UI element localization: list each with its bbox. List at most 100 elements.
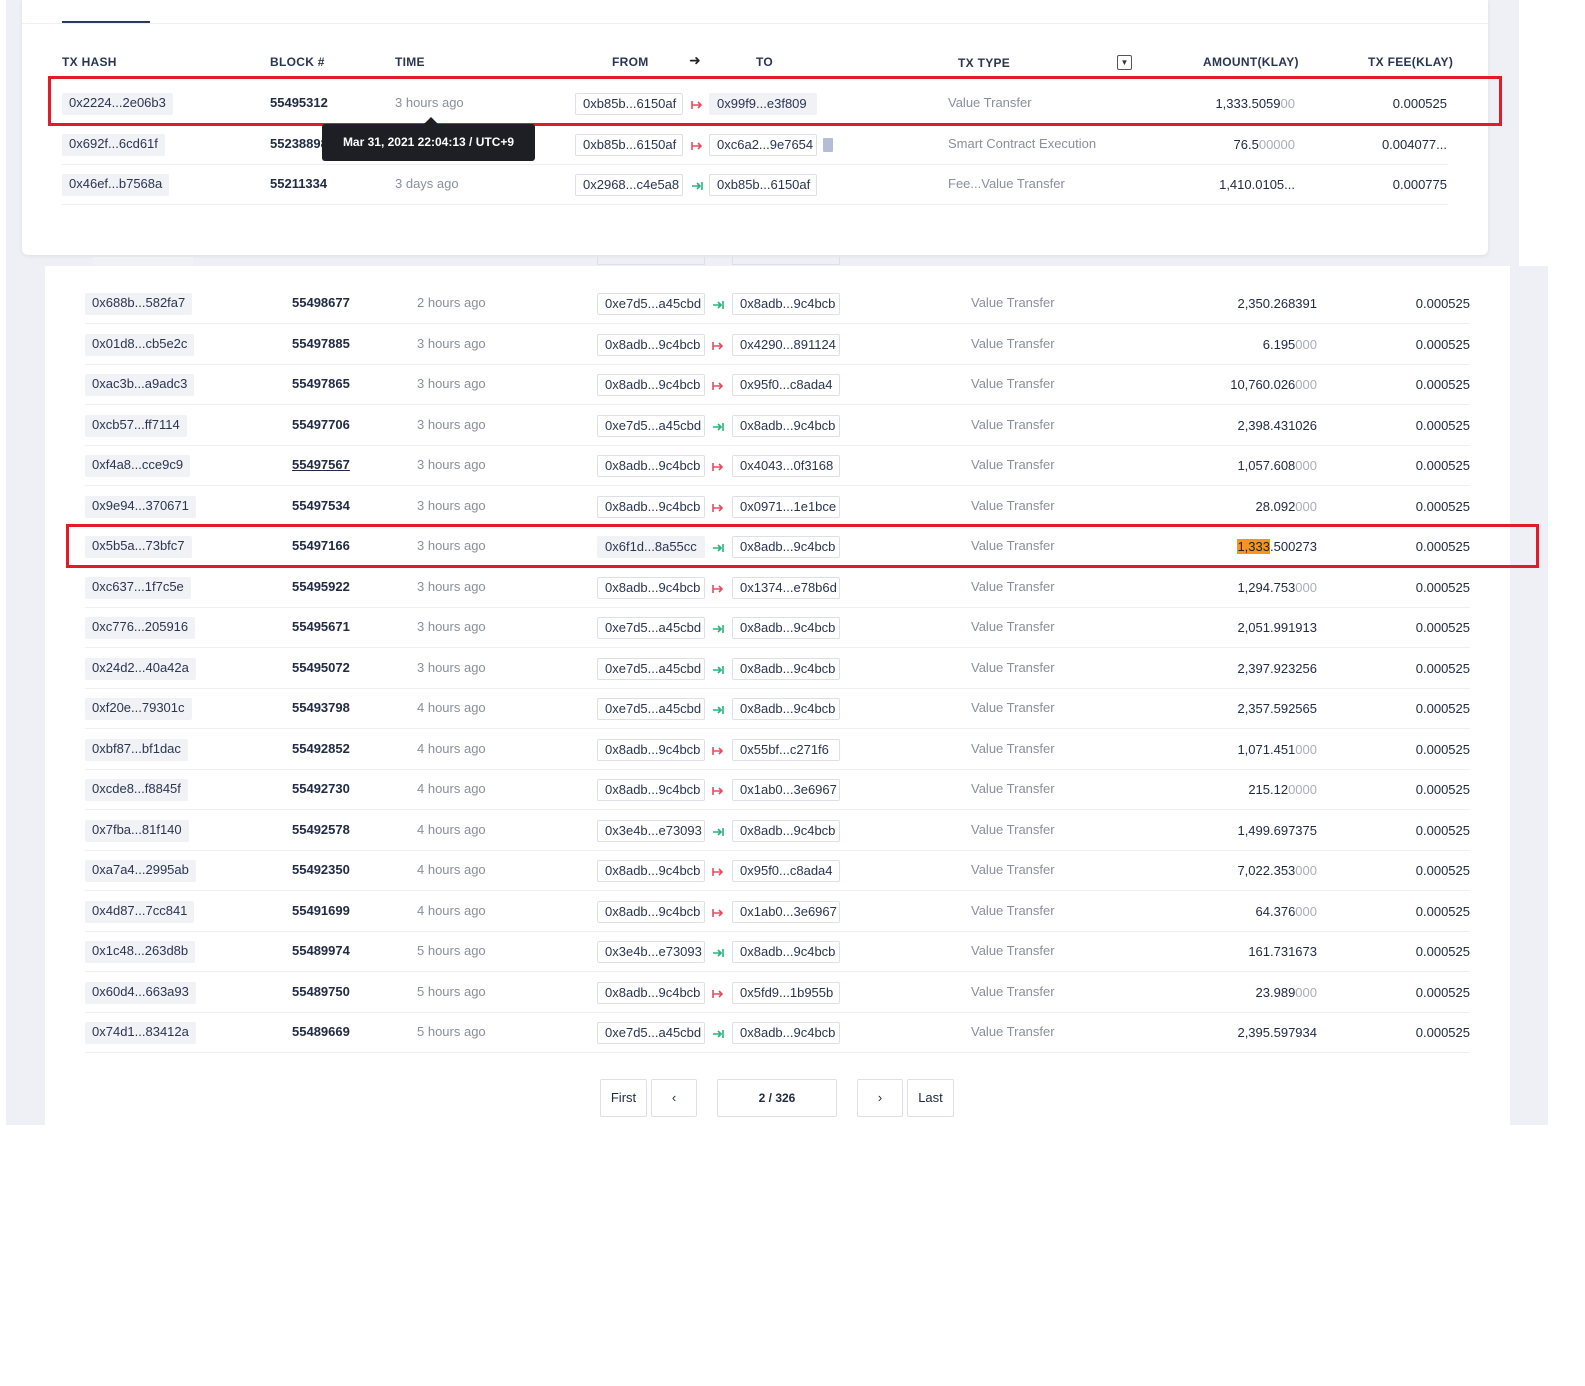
block-number-link[interactable]: 55489974 — [292, 941, 350, 961]
amount-trailing-zeros: 000 — [1295, 741, 1317, 757]
to-address-link[interactable]: 0x8adb...9c4bcb — [732, 819, 840, 842]
block-number-link[interactable]: 55495072 — [292, 658, 350, 678]
from-address-link[interactable]: 0xe7d5...a45cbd — [597, 414, 705, 437]
prev-page-button[interactable]: ‹ — [651, 1079, 697, 1117]
from-address-link[interactable]: 0x8adb...9c4bcb — [597, 333, 705, 356]
from-address-link[interactable]: 0xe7d5...a45cbd — [597, 1022, 705, 1044]
tx-hash-link[interactable]: 0xf4a8...cce9c9 — [85, 455, 191, 477]
tx-hash-link[interactable]: 0x60d4...663a93 — [85, 981, 196, 1004]
to-address-link[interactable]: 0x95f0...c8ada4 — [732, 374, 840, 396]
from-address-link[interactable]: 0x8adb...9c4bcb — [597, 779, 705, 801]
block-number-link[interactable]: 55498677 — [292, 293, 350, 313]
block-number-link[interactable]: 55497706 — [292, 415, 350, 435]
fee-value: 0.000525 — [1415, 782, 1470, 797]
tx-hash-link[interactable]: 0x24d2...40a42a — [85, 657, 196, 680]
to-address-link[interactable]: 0x8adb...9c4bcb — [732, 617, 840, 639]
to-address-link[interactable]: 0x8adb...9c4bcb — [732, 698, 840, 720]
block-number-link[interactable]: 55489750 — [292, 982, 350, 1002]
block-number-link[interactable]: 55238898 — [270, 134, 328, 154]
to-address-link[interactable]: 0x95f0...c8ada4 — [732, 860, 840, 882]
to-address-link[interactable]: 0x5fd9...1b955b — [732, 981, 840, 1004]
block-number-link[interactable]: 55211334 — [270, 174, 327, 194]
from-address-link[interactable]: 0xb85b...6150af — [575, 133, 683, 156]
block-number-link[interactable]: 55495671 — [292, 617, 350, 637]
from-address-link[interactable]: 0x8adb...9c4bcb — [597, 455, 705, 477]
block-number-link[interactable]: 55497567 — [292, 455, 350, 475]
tx-hash-link[interactable]: 0xc637...1f7c5e — [85, 576, 191, 599]
amount-value: 10,760.026000 — [1230, 375, 1317, 395]
first-page-button[interactable]: First — [600, 1079, 647, 1117]
to-address-link[interactable]: 0x8adb...9c4bcb — [732, 293, 840, 315]
tx-hash-link[interactable]: 0xa7a4...2995ab — [85, 860, 196, 882]
tx-hash-link[interactable]: 0x692f...6cd61f — [62, 133, 165, 156]
to-address-link[interactable]: 0xb85b...6150af — [709, 174, 817, 196]
table-row: 0x9e94...370671 55497534 3 hours ago 0x8adb… — [85, 487, 1470, 527]
tx-hash-link[interactable]: 0x688b...582fa7 — [85, 293, 193, 315]
amount-main: 2,397.923256 — [1237, 660, 1317, 676]
tx-hash-link[interactable]: 0x01d8...cb5e2c — [85, 333, 195, 356]
from-address-link[interactable]: 0x8adb...9c4bcb — [597, 738, 705, 761]
to-address-link[interactable]: 0xc6a2...9e7654 — [709, 133, 817, 156]
from-address-link[interactable]: 0x2968...c4e5a8 — [575, 174, 683, 196]
to-address-link[interactable]: 0x8adb...9c4bcb — [732, 1022, 840, 1044]
tx-hash-link[interactable]: 0xf20e...79301c — [85, 698, 192, 720]
tx-type-label: Value Transfer — [971, 659, 1055, 675]
from-address-link[interactable]: 0x8adb...9c4bcb — [597, 900, 705, 923]
amount-trailing-zeros: 000 — [1295, 458, 1317, 473]
tx-hash-link[interactable]: 0xcde8...f8845f — [85, 779, 188, 801]
to-address-link[interactable]: 0x1ab0...3e6967 — [732, 900, 840, 923]
to-address-link[interactable]: 0x55bf...c271f6 — [732, 738, 840, 761]
block-number-link[interactable]: 55492730 — [292, 779, 350, 799]
tx-type-label: Value Transfer — [971, 862, 1055, 877]
fee-value: 0.000525 — [1415, 822, 1470, 838]
block-number-link[interactable]: 55491699 — [292, 901, 350, 921]
tx-hash-link[interactable]: 0x9e94...370671 — [85, 495, 196, 518]
to-address-link[interactable]: 0x8adb...9c4bcb — [732, 414, 840, 437]
to-address-link[interactable]: 0x0971...1e1bce — [732, 495, 840, 518]
tx-hash-link[interactable]: 0xc776...205916 — [85, 617, 196, 639]
block-number-link[interactable]: 55492350 — [292, 860, 350, 880]
tx-hash-link[interactable]: 0xbf87...bf1dac — [85, 738, 188, 761]
from-address-link[interactable]: 0x8adb...9c4bcb — [597, 981, 705, 1004]
to-address-link[interactable]: 0x8adb...9c4bcb — [732, 941, 840, 963]
tx-hash-link[interactable]: 0x46ef...b7568a — [62, 174, 170, 196]
to-address-link[interactable]: 0x8adb...9c4bcb — [732, 657, 840, 680]
last-page-button[interactable]: Last — [907, 1079, 954, 1117]
filter-dropdown-icon[interactable]: ▼ — [1117, 55, 1132, 70]
from-address-link[interactable]: 0x8adb...9c4bcb — [597, 860, 705, 882]
to-address-link[interactable]: 0x4043...0f3168 — [732, 455, 840, 477]
tx-hash-link[interactable]: 0x74d1...83412a — [85, 1022, 196, 1044]
page-indicator[interactable]: 2 / 326 — [717, 1079, 837, 1117]
to-address-link[interactable]: 0x4290...891124 — [732, 333, 840, 356]
to-address-link[interactable]: 0x1ab0...3e6967 — [732, 779, 840, 801]
block-number-link[interactable]: 55495922 — [292, 577, 350, 597]
table-row: 0x7fba...81f140 55492578 4 hours ago 0x3e4b… — [85, 811, 1470, 851]
tx-hash-link[interactable]: 0xcb57...ff7114 — [85, 414, 187, 437]
amount-main: 28.092 — [1255, 498, 1296, 514]
tx-hash-link[interactable]: 0xac3b...a9adc3 — [85, 374, 195, 396]
amount-main: 1,071.451 — [1237, 741, 1296, 757]
from-address-link[interactable]: 0xe7d5...a45cbd — [597, 617, 705, 639]
from-address-link[interactable]: 0xe7d5...a45cbd — [597, 293, 705, 315]
tx-hash-link[interactable]: 0x7fba...81f140 — [85, 819, 189, 842]
to-address-link[interactable]: 0x1374...e78b6d — [732, 576, 840, 599]
block-number-link[interactable]: 55489669 — [292, 1022, 350, 1042]
tx-hash-link[interactable]: 0x4d87...7cc841 — [85, 900, 195, 923]
tx-hash-link[interactable]: 0x1c48...263d8b — [85, 941, 196, 963]
from-address-link[interactable]: 0x8adb...9c4bcb — [597, 374, 705, 396]
block-number-link[interactable]: 55493798 — [292, 698, 350, 718]
from-address-link[interactable]: 0xe7d5...a45cbd — [597, 657, 705, 680]
block-number-link[interactable]: 55497865 — [292, 374, 350, 394]
outgoing-arrow-icon — [712, 461, 724, 473]
from-address-link[interactable]: 0x8adb...9c4bcb — [597, 495, 705, 518]
from-address-link[interactable]: 0xe7d5...a45cbd — [597, 698, 705, 720]
from-address-link[interactable]: 0x3e4b...e73093 — [597, 819, 705, 842]
outgoing-arrow-icon — [712, 988, 724, 1000]
from-address-link[interactable]: 0x3e4b...e73093 — [597, 941, 705, 963]
next-page-button[interactable]: › — [857, 1079, 903, 1117]
from-address-link[interactable]: 0x8adb...9c4bcb — [597, 576, 705, 599]
block-number-link[interactable]: 55497534 — [292, 496, 350, 516]
block-number-link[interactable]: 55492852 — [292, 739, 350, 759]
block-number-link[interactable]: 55492578 — [292, 820, 350, 840]
block-number-link[interactable]: 55497885 — [292, 334, 350, 354]
